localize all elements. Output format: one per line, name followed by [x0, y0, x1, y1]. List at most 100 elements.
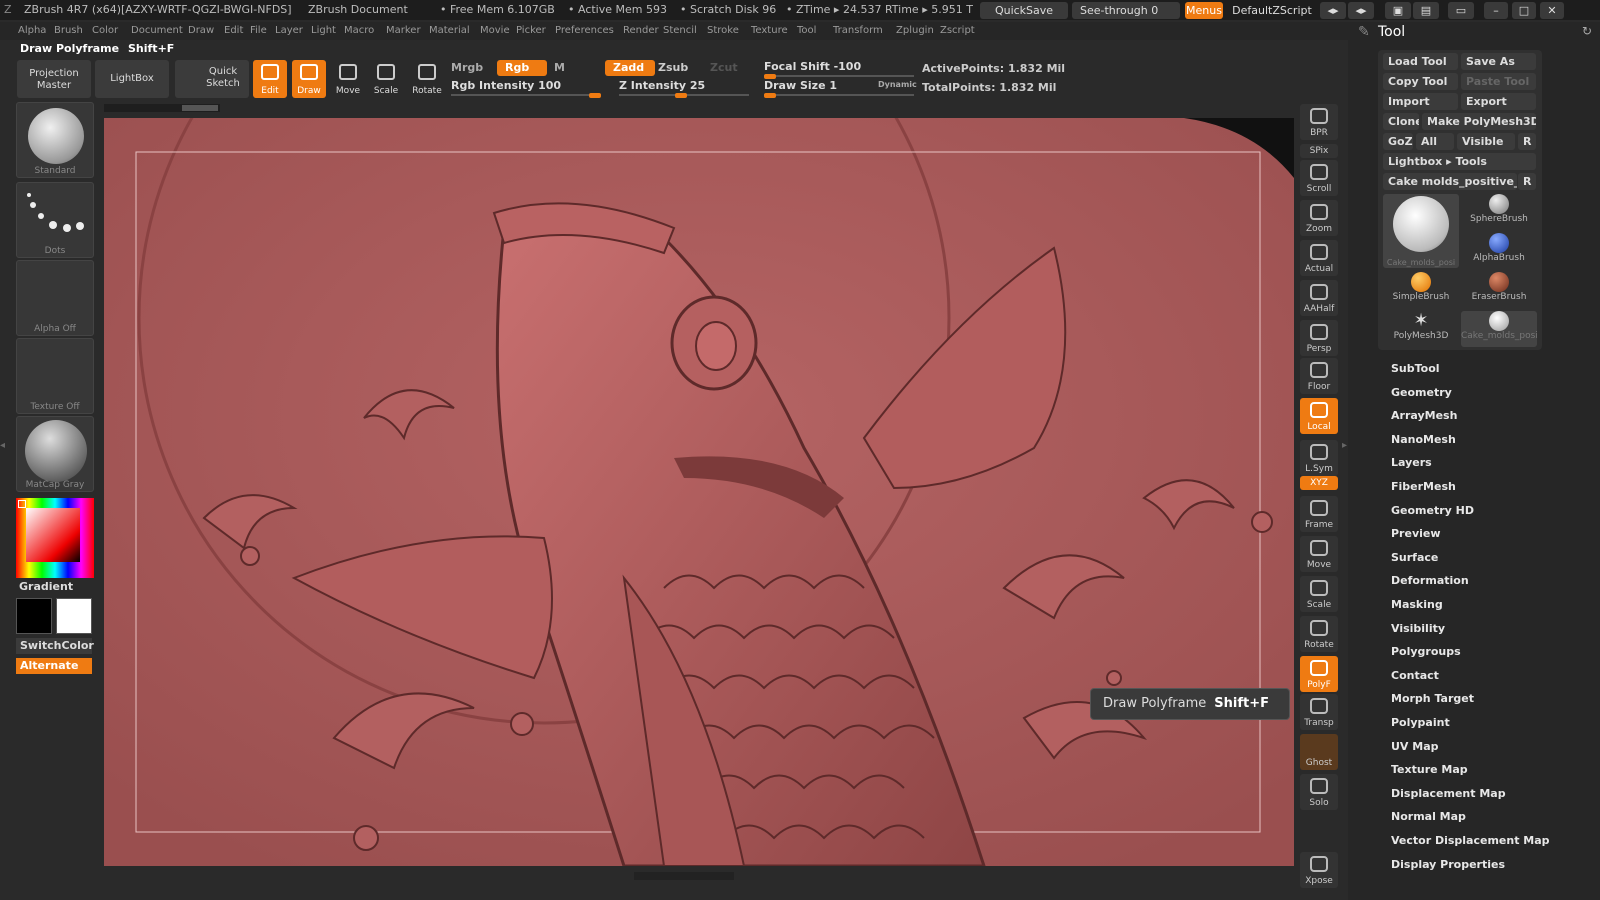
subpalette-geometry-hd[interactable]: Geometry HD	[1391, 504, 1474, 517]
subpalette-fibermesh[interactable]: FiberMesh	[1391, 480, 1456, 493]
subpalette-uv-map[interactable]: UV Map	[1391, 740, 1439, 753]
maximize-icon[interactable]: □	[1512, 2, 1536, 19]
menu-draw[interactable]: Draw	[188, 25, 214, 36]
goz-visible-button[interactable]: Visible	[1457, 133, 1515, 150]
subpalette-normal-map[interactable]: Normal Map	[1391, 810, 1466, 823]
lightbox-button[interactable]: LightBox	[95, 60, 169, 98]
tool-thumb-polymesh3d[interactable]: ✶ PolyMesh3D	[1383, 311, 1459, 347]
mrgb-toggle[interactable]: Mrgb	[443, 60, 493, 76]
shelf-solo-button[interactable]: Solo	[1300, 774, 1338, 810]
shelf-floor-button[interactable]: Floor	[1300, 358, 1338, 394]
refresh-icon[interactable]: ↻	[1582, 24, 1592, 38]
subpalette-polypaint[interactable]: Polypaint	[1391, 716, 1450, 729]
collapse-left-icon[interactable]: ◂▸	[1320, 2, 1346, 19]
move-mode-button[interactable]: Move	[332, 60, 364, 98]
color-picker[interactable]	[16, 498, 94, 578]
tool-thumb-spherebrush[interactable]: SphereBrush	[1461, 194, 1537, 230]
subpalette-preview[interactable]: Preview	[1391, 527, 1441, 540]
shelf-move-button[interactable]: Move	[1300, 536, 1338, 572]
rotate-mode-button[interactable]: Rotate	[410, 60, 444, 98]
subpalette-displacement-map[interactable]: Displacement Map	[1391, 787, 1506, 800]
menu-preferences[interactable]: Preferences	[555, 25, 614, 36]
tool-thumb-cake-small[interactable]: Cake_molds_posi	[1461, 311, 1538, 347]
menu-color[interactable]: Color	[92, 25, 118, 36]
menu-picker[interactable]: Picker	[516, 25, 546, 36]
subpalette-geometry[interactable]: Geometry	[1391, 386, 1452, 399]
copy-tool-button[interactable]: Copy Tool	[1383, 73, 1458, 90]
tool-thumb-simplebrush[interactable]: SimpleBrush	[1383, 272, 1459, 308]
menu-marker[interactable]: Marker	[386, 25, 421, 36]
lock-icon[interactable]: ▭	[1448, 2, 1474, 19]
scale-mode-button[interactable]: Scale	[370, 60, 402, 98]
shelf-local-button[interactable]: Local	[1300, 398, 1338, 434]
menu-render[interactable]: Render	[623, 25, 659, 36]
tool-thumb-alphabrush[interactable]: AlphaBrush	[1461, 233, 1537, 269]
dynamic-toggle[interactable]: Dynamic	[878, 80, 917, 89]
subpalette-subtool[interactable]: SubTool	[1391, 362, 1440, 375]
shelf-spix-button[interactable]: SPix	[1300, 144, 1338, 158]
export-button[interactable]: Export	[1461, 93, 1536, 110]
shelf-persp-button[interactable]: Persp	[1300, 320, 1338, 356]
color-picker-square[interactable]	[26, 508, 80, 562]
tool-pin-icon[interactable]: ✎	[1358, 24, 1370, 40]
menu-edit[interactable]: Edit	[224, 25, 243, 36]
menu-zplugin[interactable]: Zplugin	[896, 25, 934, 36]
menu-stroke[interactable]: Stroke	[707, 25, 739, 36]
menu-macro[interactable]: Macro	[344, 25, 374, 36]
brush-slot[interactable]: Standard	[16, 102, 94, 178]
make-polymesh3d-button[interactable]: Make PolyMesh3D	[1422, 113, 1536, 130]
shelf-xyz-button[interactable]: XYZ	[1300, 476, 1338, 490]
current-tool-r-button[interactable]: R	[1518, 173, 1536, 190]
tool-thumb-cake-main[interactable]: Cake_molds_posi	[1383, 194, 1459, 268]
shelf-rotate-button[interactable]: Rotate	[1300, 616, 1338, 652]
projection-master-button[interactable]: Projection Master	[17, 60, 91, 98]
subpalette-layers[interactable]: Layers	[1391, 456, 1432, 469]
canvas-viewport[interactable]	[104, 118, 1294, 866]
load-tool-button[interactable]: Load Tool	[1383, 53, 1458, 70]
quicksave-button[interactable]: QuickSave	[980, 2, 1068, 19]
left-tray-toggle[interactable]: ◂	[0, 440, 10, 464]
zadd-toggle[interactable]: Zadd	[605, 60, 655, 76]
shelf-frame-button[interactable]: Frame	[1300, 496, 1338, 532]
edit-mode-button[interactable]: Edit	[253, 60, 287, 98]
shelf-scroll-button[interactable]: Scroll	[1300, 160, 1338, 196]
clone-button[interactable]: Clone	[1383, 113, 1419, 130]
shelf-actual-button[interactable]: Actual	[1300, 240, 1338, 276]
rgb-intensity-slider[interactable]: Rgb Intensity 100	[451, 79, 601, 98]
rgb-toggle[interactable]: Rgb	[497, 60, 547, 76]
canvas-bottom-scroll[interactable]	[634, 872, 734, 880]
goz-r-button[interactable]: R	[1518, 133, 1536, 150]
minimize-icon[interactable]: –	[1484, 2, 1508, 19]
shelf-aahalf-button[interactable]: AAHalf	[1300, 280, 1338, 316]
menu-material[interactable]: Material	[429, 25, 470, 36]
see-through-slider[interactable]: See-through 0	[1072, 2, 1180, 19]
layout2-icon[interactable]: ▤	[1413, 2, 1439, 19]
color-picker-handle[interactable]	[18, 500, 26, 508]
paste-tool-button[interactable]: Paste Tool	[1461, 73, 1536, 90]
shelf-bpr-button[interactable]: BPR	[1300, 104, 1338, 140]
save-as-button[interactable]: Save As	[1461, 53, 1536, 70]
subpalette-morph-target[interactable]: Morph Target	[1391, 692, 1474, 705]
gradient-label[interactable]: Gradient	[19, 580, 73, 593]
shelf-zoom-button[interactable]: Zoom	[1300, 200, 1338, 236]
menu-alpha[interactable]: Alpha	[18, 25, 46, 36]
shelf-xpose-button[interactable]: Xpose	[1300, 852, 1338, 888]
shelf-polyf-button[interactable]: PolyF	[1300, 656, 1338, 692]
subpalette-vector-displacement-map[interactable]: Vector Displacement Map	[1391, 834, 1550, 847]
secondary-color-swatch[interactable]	[56, 598, 92, 634]
tool-thumb-eraserbrush[interactable]: EraserBrush	[1461, 272, 1537, 308]
menu-light[interactable]: Light	[311, 25, 336, 36]
main-color-swatch[interactable]	[16, 598, 52, 634]
subpalette-deformation[interactable]: Deformation	[1391, 574, 1469, 587]
menu-zscript[interactable]: Zscript	[940, 25, 975, 36]
subpalette-visibility[interactable]: Visibility	[1391, 622, 1445, 635]
quick-sketch-button[interactable]: Quick Sketch	[175, 60, 249, 98]
goz-all-button[interactable]: All	[1416, 133, 1454, 150]
menu-stencil[interactable]: Stencil	[663, 25, 697, 36]
import-button[interactable]: Import	[1383, 93, 1458, 110]
texture-slot[interactable]: Texture Off	[16, 338, 94, 414]
draw-mode-button[interactable]: Draw	[292, 60, 326, 98]
subpalette-polygroups[interactable]: Polygroups	[1391, 645, 1461, 658]
material-slot[interactable]: MatCap Gray	[16, 416, 94, 492]
subpalette-nanomesh[interactable]: NanoMesh	[1391, 433, 1456, 446]
